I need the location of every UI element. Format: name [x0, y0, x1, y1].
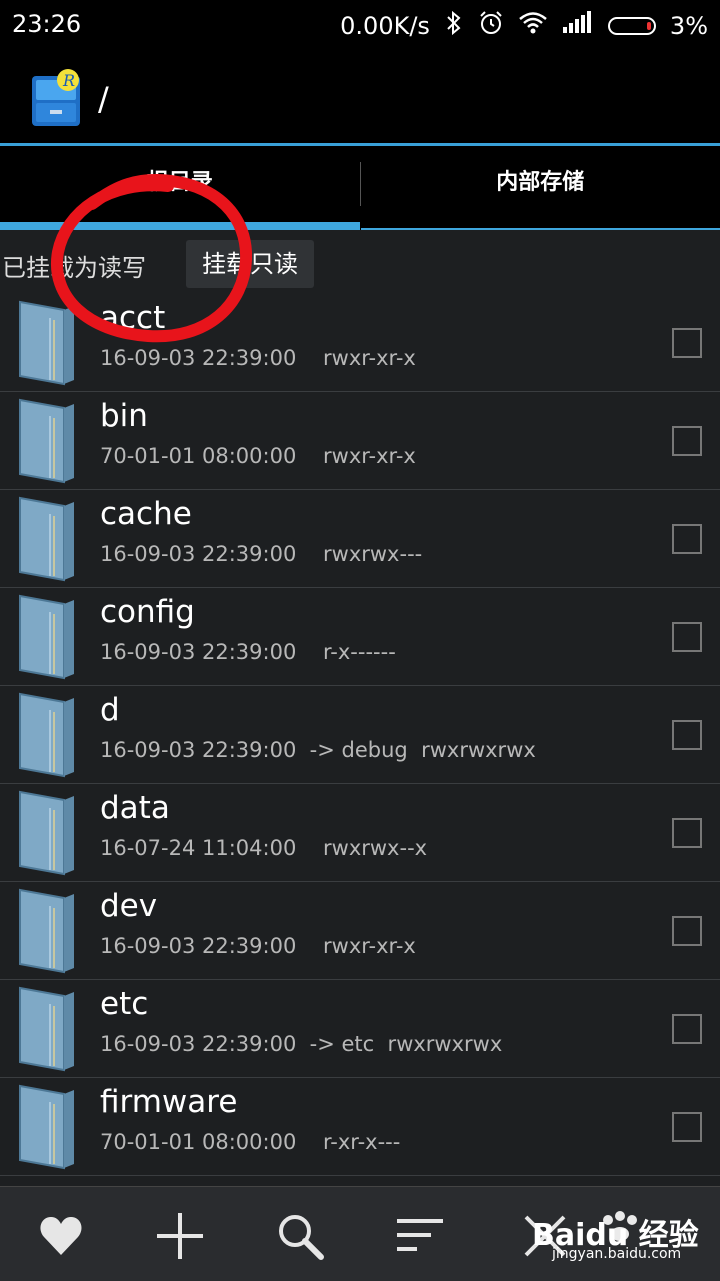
file-row[interactable]: data 16-07-24 11:04:00 rwxrwx--x — [0, 784, 720, 882]
file-meta: 70-01-01 08:00:00 rwxr-xr-x — [100, 444, 416, 468]
select-checkbox[interactable] — [672, 426, 702, 456]
file-meta: 16-09-03 22:39:00 -> etc rwxrwxrwx — [100, 1032, 502, 1056]
folder-icon — [16, 986, 78, 1072]
file-meta: 16-09-03 22:39:00 -> debug rwxrwxrwx — [100, 738, 536, 762]
file-name: dev — [100, 888, 157, 924]
file-name: firmware — [100, 1084, 237, 1120]
file-name: acct — [100, 300, 165, 336]
heart-icon[interactable] — [36, 1211, 86, 1261]
svg-text:R: R — [62, 71, 75, 90]
file-name: d — [100, 692, 120, 728]
folder-icon — [16, 594, 78, 680]
tab-internal-storage-label: 内部存储 — [496, 170, 584, 195]
select-checkbox[interactable] — [672, 328, 702, 358]
file-name: bin — [100, 398, 148, 434]
select-checkbox[interactable] — [672, 916, 702, 946]
wifi-icon — [518, 11, 548, 41]
mount-bar: 已挂载为读写 挂载只读 — [0, 232, 720, 294]
mount-status: 已挂载为读写 — [2, 248, 146, 283]
file-row[interactable]: config 16-09-03 22:39:00 r-x------ — [0, 588, 720, 686]
battery-percent: 3% — [670, 12, 708, 40]
plus-icon[interactable] — [155, 1211, 205, 1261]
folder-icon — [16, 496, 78, 582]
mount-readonly-button[interactable]: 挂载只读 — [186, 240, 314, 288]
status-bar: 23:26 0.00K/s 3% — [0, 0, 720, 50]
file-meta: 16-09-03 22:39:00 r-x------ — [100, 640, 396, 664]
folder-icon — [16, 398, 78, 484]
bluetooth-icon — [444, 10, 464, 42]
file-name: etc — [100, 986, 148, 1022]
tab-root-label: 根目录 — [147, 170, 213, 195]
select-checkbox[interactable] — [672, 1112, 702, 1142]
folder-icon — [16, 1084, 78, 1170]
root-explorer-app-icon[interactable]: R — [30, 68, 82, 128]
file-meta: 16-09-03 22:39:00 rwxr-xr-x — [100, 934, 416, 958]
current-path: / — [98, 80, 109, 118]
file-row[interactable]: firmware 70-01-01 08:00:00 r-xr-x--- — [0, 1078, 720, 1176]
folder-icon — [16, 300, 78, 386]
folder-icon — [16, 888, 78, 974]
watermark-url: jingyan.baidu.com — [552, 1246, 681, 1262]
file-meta: 16-07-24 11:04:00 rwxrwx--x — [100, 836, 427, 860]
tab-inactive-indicator — [361, 228, 720, 230]
select-checkbox[interactable] — [672, 720, 702, 750]
file-row[interactable]: d 16-09-03 22:39:00 -> debug rwxrwxrwx — [0, 686, 720, 784]
file-name: config — [100, 594, 195, 630]
tab-internal-storage[interactable]: 内部存储 — [361, 146, 720, 230]
file-list: acct 16-09-03 22:39:00 rwxr-xr-x bin 70-01-… — [0, 294, 720, 1176]
status-time: 23:26 — [12, 10, 81, 38]
file-row[interactable]: acct 16-09-03 22:39:00 rwxr-xr-x — [0, 294, 720, 392]
app-toolbar: R / — [0, 50, 720, 144]
file-row[interactable]: cache 16-09-03 22:39:00 rwxrwx--- — [0, 490, 720, 588]
network-speed: 0.00K/s — [340, 12, 430, 40]
select-checkbox[interactable] — [672, 818, 702, 848]
search-icon[interactable] — [275, 1211, 325, 1261]
folder-icon — [16, 692, 78, 778]
file-name: data — [100, 790, 170, 826]
tab-root[interactable]: 根目录 — [0, 146, 360, 230]
file-name: cache — [100, 496, 192, 532]
status-icons: 0.00K/s 3% — [340, 10, 708, 42]
file-row[interactable]: bin 70-01-01 08:00:00 rwxr-xr-x — [0, 392, 720, 490]
folder-icon — [16, 790, 78, 876]
tab-bar: 根目录 内部存储 — [0, 146, 720, 230]
select-checkbox[interactable] — [672, 1014, 702, 1044]
sort-icon[interactable] — [395, 1211, 445, 1261]
alarm-icon — [478, 10, 504, 42]
select-checkbox[interactable] — [672, 524, 702, 554]
select-checkbox[interactable] — [672, 622, 702, 652]
file-meta: 70-01-01 08:00:00 r-xr-x--- — [100, 1130, 400, 1154]
battery-icon — [608, 17, 656, 35]
tab-active-indicator — [0, 222, 360, 230]
signal-icon — [562, 11, 594, 41]
file-meta: 16-09-03 22:39:00 rwxrwx--- — [100, 542, 422, 566]
file-row[interactable]: etc 16-09-03 22:39:00 -> etc rwxrwxrwx — [0, 980, 720, 1078]
file-meta: 16-09-03 22:39:00 rwxr-xr-x — [100, 346, 416, 370]
file-row[interactable]: dev 16-09-03 22:39:00 rwxr-xr-x — [0, 882, 720, 980]
